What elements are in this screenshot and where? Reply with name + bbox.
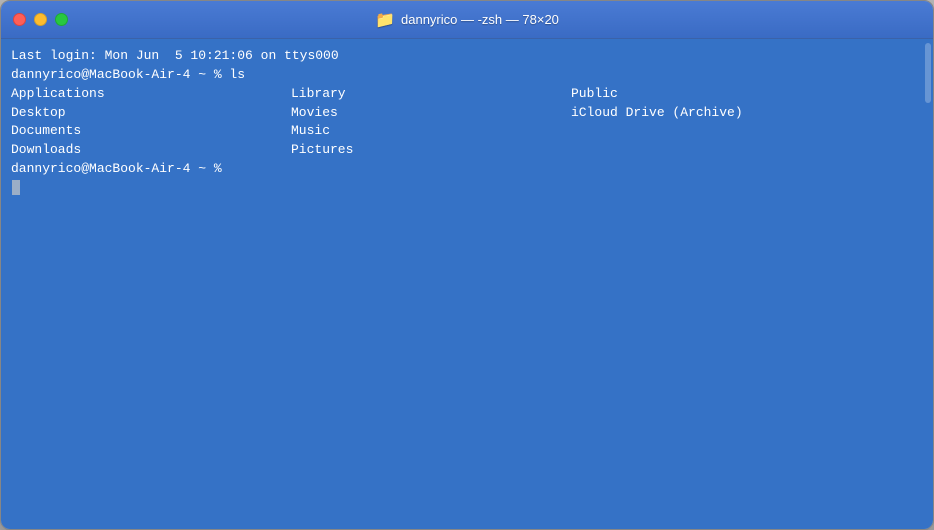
terminal-window: 📁 dannyrico — -zsh — 78×20 Last login: M… <box>0 0 934 530</box>
minimize-button[interactable] <box>34 13 47 26</box>
ls-item-library: Library <box>291 85 571 104</box>
ls-item-public: Public <box>571 85 923 104</box>
ls-item-pictures: Pictures <box>291 141 571 160</box>
close-button[interactable] <box>13 13 26 26</box>
title-text: dannyrico — -zsh — 78×20 <box>401 12 559 27</box>
ls-output: Applications Library Public Desktop Movi… <box>11 85 923 160</box>
ls-item-movies: Movies <box>291 104 571 123</box>
prompt-line: dannyrico@MacBook-Air-4 ~ % <box>11 160 923 198</box>
titlebar: 📁 dannyrico — -zsh — 78×20 <box>1 1 933 39</box>
ls-item-empty2 <box>571 141 923 160</box>
ls-item-empty1 <box>571 122 923 141</box>
cursor <box>12 180 20 195</box>
ls-item-icloud: iCloud Drive (Archive) <box>571 104 923 123</box>
terminal-body[interactable]: Last login: Mon Jun 5 10:21:06 on ttys00… <box>1 39 933 529</box>
window-title: 📁 dannyrico — -zsh — 78×20 <box>375 10 559 30</box>
ls-command-line: dannyrico@MacBook-Air-4 ~ % ls <box>11 66 923 85</box>
ls-item-desktop: Desktop <box>11 104 291 123</box>
ls-item-downloads: Downloads <box>11 141 291 160</box>
traffic-lights <box>13 13 68 26</box>
ls-item-documents: Documents <box>11 122 291 141</box>
login-line: Last login: Mon Jun 5 10:21:06 on ttys00… <box>11 47 923 66</box>
maximize-button[interactable] <box>55 13 68 26</box>
folder-icon: 📁 <box>375 10 395 30</box>
ls-item-music: Music <box>291 122 571 141</box>
scrollbar[interactable] <box>925 43 931 103</box>
prompt-text: dannyrico@MacBook-Air-4 ~ % <box>11 160 923 179</box>
ls-item-applications: Applications <box>11 85 291 104</box>
